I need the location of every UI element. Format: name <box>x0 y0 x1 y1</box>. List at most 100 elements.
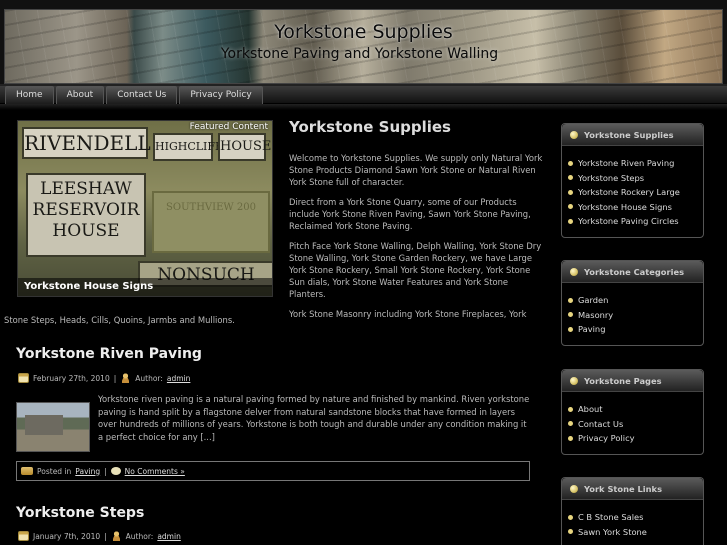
widget-link[interactable]: Yorkstone Rockery Large <box>568 185 703 200</box>
widget-link[interactable]: Yorkstone Riven Paving <box>568 156 703 171</box>
dot-icon <box>568 312 573 318</box>
folder-icon <box>21 467 33 475</box>
author-label: Author: <box>135 373 163 383</box>
dot-icon <box>568 406 573 412</box>
post-thumbnail[interactable] <box>16 402 90 452</box>
widget-link[interactable]: Yorkstone Steps <box>568 171 703 186</box>
category-link[interactable]: Paving <box>75 467 100 476</box>
dot-icon <box>568 514 573 520</box>
widget-link-text[interactable]: C B Stone Sales <box>578 510 643 525</box>
widget-link-text[interactable]: Privacy Policy <box>578 431 635 446</box>
nav-contact-us[interactable]: Contact Us <box>106 86 178 104</box>
bullet-icon <box>570 130 578 139</box>
sign-leeshaw: LEESHAW RESERVOIR HOUSE <box>26 173 146 257</box>
widget-link-text[interactable]: Paving <box>578 322 605 337</box>
widget-link[interactable]: Masonry <box>568 308 703 323</box>
separator: | <box>104 531 107 541</box>
post-meta: February 27th, 2010 | Author: admin <box>18 373 190 383</box>
widget-yorkstone-categories: Yorkstone Categories Garden Masonry Pavi… <box>561 260 704 346</box>
dot-icon <box>568 218 573 224</box>
nav-home[interactable]: Home <box>5 86 54 104</box>
widget-title: Yorkstone Pages <box>562 370 703 392</box>
widget-york-stone-links: York Stone Links C B Stone Sales Sawn Yo… <box>561 477 704 545</box>
widget-title-text: York Stone Links <box>584 483 663 494</box>
dot-icon <box>568 326 573 332</box>
intro-text: Welcome to Yorkstone Supplies. We supply… <box>289 152 547 328</box>
post-footer: Posted in Paving | No Comments » <box>16 461 530 481</box>
widget-link-text[interactable]: Yorkstone Paving Circles <box>578 214 679 229</box>
dot-icon <box>568 435 573 441</box>
widget-link-text[interactable]: Yorkstone Steps <box>578 171 644 186</box>
author-icon <box>110 531 122 541</box>
widget-link[interactable]: Yorkstone Paving Circles <box>568 214 703 229</box>
widget-link[interactable]: Sawn York Stone <box>568 525 703 540</box>
nav-about[interactable]: About <box>55 86 105 104</box>
intro-paragraph-wrap: Stone Steps, Heads, Cills, Quoins, Jarmb… <box>4 315 235 325</box>
comment-icon <box>110 467 121 475</box>
nav-privacy-policy[interactable]: Privacy Policy <box>179 86 263 104</box>
widget-title-text: Yorkstone Supplies <box>584 129 674 140</box>
dot-icon <box>568 175 573 181</box>
widget-link-text[interactable]: Contact Us <box>578 417 623 432</box>
bullet-icon <box>570 376 578 385</box>
intro-paragraph: Direct from a York Stone Quarry, some of… <box>289 197 531 231</box>
post-meta: January 7th, 2010 | Author: admin <box>18 531 181 541</box>
dot-icon <box>568 160 573 166</box>
widget-link[interactable]: About <box>568 402 703 417</box>
widget-link-text[interactable]: Yorkstone Rockery Large <box>578 185 680 200</box>
post-date: January 7th, 2010 <box>33 531 101 541</box>
comments-link[interactable]: No Comments » <box>125 467 185 476</box>
widget-yorkstone-pages: Yorkstone Pages About Contact Us Privacy… <box>561 369 704 455</box>
widget-link[interactable]: Paving <box>568 322 703 337</box>
sign-rivendell: RIVENDELL <box>22 127 151 159</box>
widget-link-text[interactable]: Garden <box>578 293 608 308</box>
separator: | <box>104 466 107 476</box>
posted-in-label: Posted in <box>37 466 72 476</box>
dot-icon <box>568 189 573 195</box>
site-header: Yorkstone Supplies Yorkstone Paving and … <box>0 0 727 86</box>
widget-link-text[interactable]: Sawn York Stone <box>578 525 647 540</box>
dot-icon <box>568 529 573 535</box>
calendar-icon <box>18 373 29 383</box>
dot-icon <box>568 204 573 210</box>
widget-link-text[interactable]: Yorkstone Riven Paving <box>578 156 674 171</box>
nav-divider <box>0 104 727 110</box>
widget-yorkstone-supplies: Yorkstone Supplies Yorkstone Riven Pavin… <box>561 123 704 238</box>
widget-title-text: Yorkstone Categories <box>584 266 685 277</box>
widget-title: Yorkstone Categories <box>562 261 703 283</box>
featured-caption[interactable]: Yorkstone House Signs <box>18 278 272 296</box>
widget-link[interactable]: C B Stone Sales <box>568 510 703 525</box>
sign-highcliffe: HIGHCLIFFE <box>153 133 231 161</box>
separator: | <box>113 373 117 383</box>
post-title[interactable]: Yorkstone Riven Paving <box>16 346 202 362</box>
featured-content-label: Featured Content <box>189 122 268 132</box>
widget-link-text[interactable]: About <box>578 402 603 417</box>
bullet-icon <box>570 484 578 493</box>
widget-link-text[interactable]: Yorkstone House Signs <box>578 200 672 215</box>
post-excerpt: Yorkstone riven paving is a natural pavi… <box>98 394 530 442</box>
widget-title: Yorkstone Supplies <box>562 124 703 146</box>
sign-house: HOUSE <box>218 133 271 161</box>
site-description: Yorkstone Paving and Yorkstone Walling <box>220 46 499 62</box>
intro-title: Yorkstone Supplies <box>289 118 451 136</box>
widget-link[interactable]: Yorkstone House Signs <box>568 200 703 215</box>
author-link[interactable]: admin <box>167 374 191 383</box>
main-nav: Home About Contact Us Privacy Policy <box>0 86 727 104</box>
widget-link-text[interactable]: Masonry <box>578 308 613 323</box>
calendar-icon <box>18 531 29 541</box>
post-title[interactable]: Yorkstone Steps <box>16 505 144 521</box>
intro-paragraph: Pitch Face York Stone Walling, Delph Wal… <box>289 241 542 299</box>
bullet-icon <box>570 267 578 276</box>
widget-title-text: Yorkstone Pages <box>584 375 662 386</box>
author-link[interactable]: admin <box>157 532 181 541</box>
sign-southview: SOUTHVIEW 200 <box>152 191 270 253</box>
author-label: Author: <box>125 531 154 541</box>
widget-link[interactable]: Privacy Policy <box>568 431 703 446</box>
post-date: February 27th, 2010 <box>33 373 110 383</box>
widget-link[interactable]: Garden <box>568 293 703 308</box>
widget-link[interactable]: Contact Us <box>568 417 703 432</box>
site-title[interactable]: Yorkstone Supplies <box>0 21 727 43</box>
author-icon <box>120 373 132 383</box>
featured-content-slider[interactable]: RIVENDELL HIGHCLIFFE HOUSE LEESHAW RESER… <box>17 120 273 297</box>
dot-icon <box>568 297 573 303</box>
